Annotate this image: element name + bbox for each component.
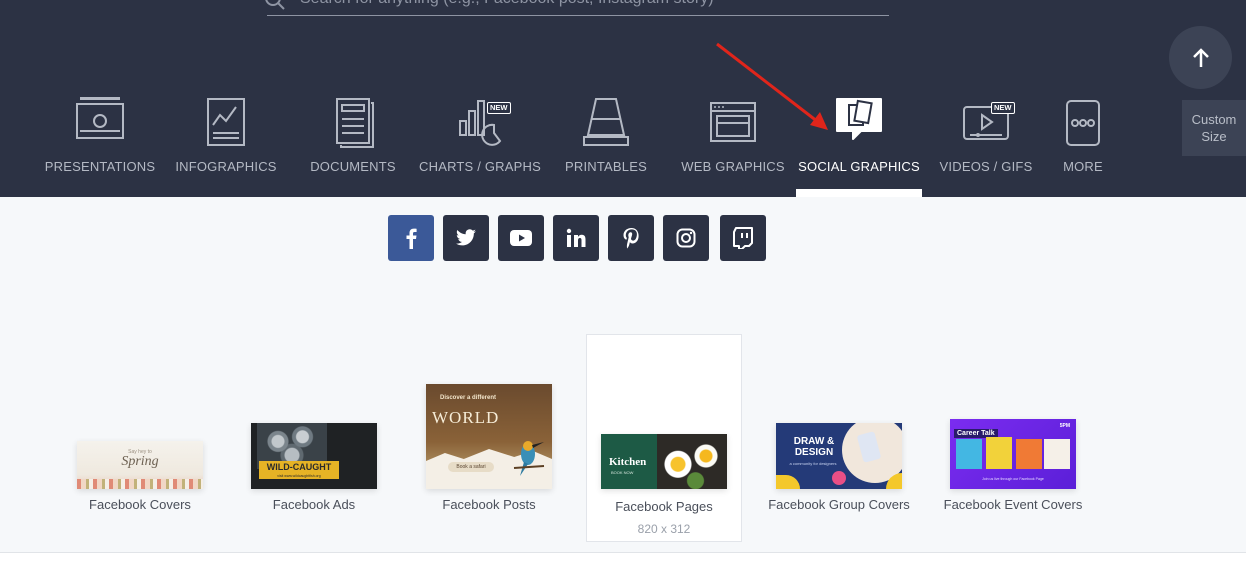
category-label: PRESENTATIONS <box>44 159 156 174</box>
category-label: PRINTABLES <box>565 159 647 174</box>
template-thumbnail: WILD-CAUGHT visit www.wildcaughtfish.org <box>251 423 377 489</box>
thumb-title: Kitchen <box>609 456 647 468</box>
search-underline <box>267 15 889 16</box>
category-label: WEB GRAPHICS <box>681 159 785 174</box>
twitch-icon <box>733 227 753 249</box>
template-label: Facebook Posts <box>442 497 536 512</box>
instagram-icon <box>676 228 696 248</box>
category-label: CHARTS / GRAPHS <box>419 159 541 174</box>
template-thumbnail: Kitchen BOOK NOW <box>601 434 727 489</box>
speaker-card <box>1044 439 1070 469</box>
template-label: Facebook Group Covers <box>768 497 910 512</box>
linkedin-button[interactable] <box>553 215 599 261</box>
twitter-icon <box>456 229 476 246</box>
arrow-up-icon <box>1192 47 1209 67</box>
template-label: Facebook Ads <box>272 497 356 512</box>
pinterest-button[interactable] <box>608 215 654 261</box>
pinterest-icon <box>623 228 639 249</box>
speaker-card <box>986 437 1012 469</box>
category-label: SOCIAL GRAPHICS <box>798 159 920 174</box>
thumb-caption: a community for designers <box>789 461 837 466</box>
search-icon[interactable] <box>264 0 286 14</box>
page-footer-area <box>0 553 1246 581</box>
yellow-shape <box>776 475 800 489</box>
template-label: Facebook Covers <box>89 497 191 512</box>
bird-icon <box>513 441 545 476</box>
category-label: MORE <box>1063 159 1103 174</box>
flower-strip <box>77 479 203 489</box>
twitter-button[interactable] <box>443 215 489 261</box>
youtube-icon <box>510 230 532 246</box>
thumb-title: DRAW & DESIGN <box>793 436 835 458</box>
presentation-icon <box>76 97 124 139</box>
thumb-button: Book a safari <box>448 462 494 472</box>
thumb-title: WORLD <box>432 408 500 427</box>
youtube-button[interactable] <box>498 215 544 261</box>
template-thumbnail: Discover a different WORLD Book a safari <box>426 384 552 489</box>
category-printables[interactable]: PRINTABLES <box>543 92 669 197</box>
scroll-to-top-button[interactable] <box>1169 26 1232 89</box>
template-facebook-ads[interactable]: WILD-CAUGHT visit www.wildcaughtfish.org… <box>239 335 389 535</box>
facebook-icon <box>406 228 417 249</box>
instagram-button[interactable] <box>663 215 709 261</box>
facebook-button[interactable] <box>388 215 434 261</box>
twitch-button[interactable] <box>720 215 766 261</box>
more-icon <box>1066 100 1100 146</box>
speaker-card <box>956 439 982 469</box>
thumb-caption: visit www.wildcaughtfish.org <box>277 474 321 478</box>
thumb-caption: BOOK NOW <box>611 470 634 475</box>
template-label: Facebook Event Covers <box>943 497 1083 512</box>
new-badge: NEW <box>487 102 511 114</box>
printer-icon <box>583 98 629 146</box>
thumb-title: Spring <box>121 454 159 469</box>
template-facebook-group-covers[interactable]: DRAW & DESIGN a community for designers … <box>764 335 914 535</box>
thumb-badge: 5PM <box>1059 423 1070 429</box>
category-more[interactable]: MORE <box>1020 92 1146 197</box>
infographic-icon <box>207 98 245 146</box>
thumb-caption: Join us live through our Facebook Page <box>982 477 1044 481</box>
template-thumbnail: Career Talk 5PM Join us live through our… <box>950 419 1076 489</box>
document-icon <box>336 98 374 148</box>
template-facebook-covers[interactable]: Say hey to Spring Facebook Covers <box>65 335 215 535</box>
food-image <box>657 434 727 489</box>
template-label: Facebook Pages <box>615 499 713 514</box>
annotation-arrow-icon <box>716 42 828 130</box>
template-thumbnail: DRAW & DESIGN a community for designers <box>776 423 902 489</box>
category-label: DOCUMENTS <box>310 159 396 174</box>
linkedin-icon <box>566 228 586 247</box>
category-header: Search for anything (e.g., Facebook post… <box>0 0 1246 197</box>
custom-size-button[interactable]: Custom Size <box>1182 100 1246 156</box>
pink-dot <box>832 471 846 485</box>
template-facebook-pages[interactable]: Kitchen BOOK NOW Facebook Pages 820 x 31… <box>586 334 742 542</box>
category-documents[interactable]: DOCUMENTS <box>290 92 416 197</box>
thumb-caption: Discover a different <box>440 395 497 401</box>
template-thumbnail: Say hey to Spring <box>77 441 203 489</box>
new-badge: NEW <box>991 102 1015 114</box>
template-size: 820 x 312 <box>637 522 691 536</box>
category-presentations[interactable]: PRESENTATIONS <box>37 92 163 197</box>
category-label: INFOGRAPHICS <box>175 159 277 174</box>
speaker-card <box>1016 439 1042 469</box>
template-facebook-posts[interactable]: Discover a different WORLD Book a safari… <box>414 335 564 535</box>
category-charts[interactable]: NEW CHARTS / GRAPHS <box>417 92 543 197</box>
search-input[interactable]: Search for anything (e.g., Facebook post… <box>300 0 714 8</box>
category-infographics[interactable]: INFOGRAPHICS <box>163 92 289 197</box>
template-facebook-event-covers[interactable]: Career Talk 5PM Join us live through our… <box>938 335 1088 535</box>
